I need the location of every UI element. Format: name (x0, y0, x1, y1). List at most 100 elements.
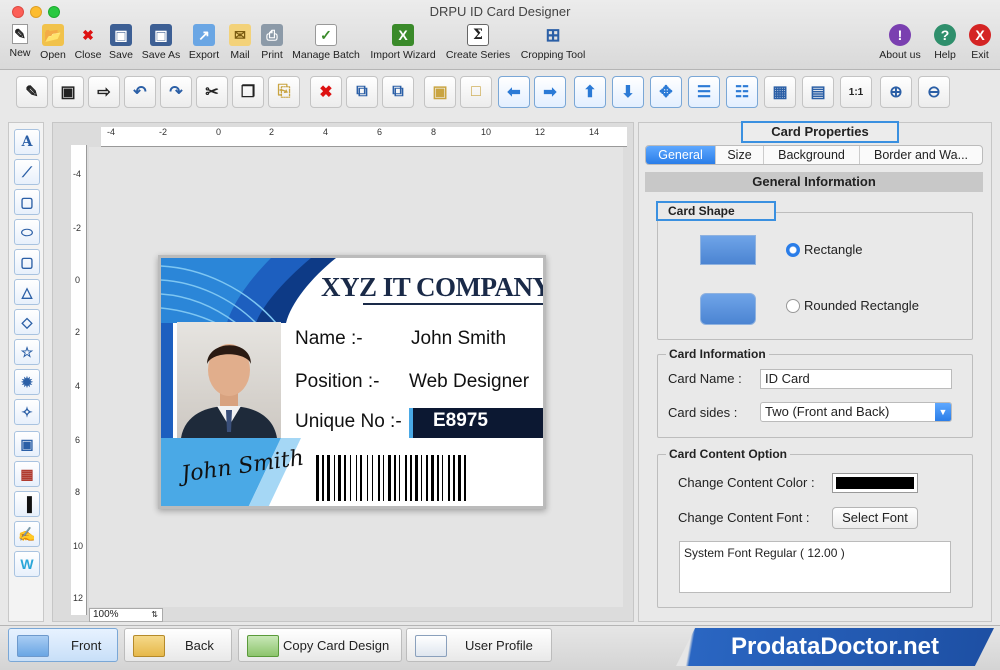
text-tool-icon[interactable]: A (14, 129, 40, 155)
diamond-tool-icon[interactable]: ◇ (14, 309, 40, 335)
content-color-picker[interactable] (832, 473, 918, 493)
about-icon: ! (889, 24, 911, 46)
help-icon: ? (934, 24, 956, 46)
mail-icon: ✉ (229, 24, 251, 46)
burst-tool-icon[interactable]: ✹ (14, 369, 40, 395)
toolbar-help-button[interactable]: ? Help (930, 24, 960, 61)
paste-icon[interactable]: ⎘ (268, 76, 300, 108)
front-button[interactable]: Front (8, 628, 118, 662)
toolbar-close-button[interactable]: ✖ Close (72, 24, 104, 62)
toolbar-save-button[interactable]: ▣ Save (106, 24, 136, 61)
card-photo (177, 322, 281, 438)
tab-general[interactable]: General (646, 146, 716, 164)
delete-icon[interactable]: ✖ (310, 76, 342, 108)
align-horizontal-icon[interactable]: ☰ (688, 76, 720, 108)
id-card-preview[interactable]: XYZ IT COMPANY Name :- John Smith Positi… (158, 255, 546, 509)
rounded-rectangle-tool-icon[interactable]: ▢ (14, 249, 40, 275)
title-bar: DRPU ID Card Designer ✎ New 📂 Open ✖ Close … (0, 0, 1000, 70)
properties-tabs: General Size Background Border and Wa... (645, 145, 983, 165)
copy-icon[interactable]: ❐ (232, 76, 264, 108)
toolbar-new-button[interactable]: ✎ New (6, 24, 34, 59)
window-title: DRPU ID Card Designer (429, 4, 571, 19)
company-underline (363, 303, 543, 305)
card-barcode (316, 455, 466, 501)
watermark-tool-icon[interactable]: W (14, 551, 40, 577)
send-back-icon[interactable]: ⧉ (382, 76, 414, 108)
card-name-input[interactable]: ID Card (760, 369, 952, 389)
actual-size-icon[interactable]: 1:1 (840, 76, 872, 108)
copy-card-design-button[interactable]: Copy Card Design (238, 628, 402, 662)
signature-tool-icon[interactable]: ✍ (14, 521, 40, 547)
toolbar-about-button[interactable]: ! About us (876, 24, 924, 61)
font-preview-box: System Font Regular ( 12.00 ) (679, 541, 951, 593)
align-vertical-icon[interactable]: ☷ (726, 76, 758, 108)
manage-batch-icon: ✓ (315, 24, 337, 46)
chevron-updown-icon: ⇅ (151, 610, 158, 619)
cut-icon[interactable]: ✂ (196, 76, 228, 108)
properties-icon[interactable]: ✎ (16, 76, 48, 108)
position-label: Position :- (295, 371, 380, 392)
card-information-label: Card Information (666, 347, 769, 361)
rounded-rectangle-shape-swatch[interactable] (700, 293, 756, 325)
rectangle-shape-swatch[interactable] (700, 235, 756, 265)
export-icon: ↗ (193, 24, 215, 46)
star-tool-icon[interactable]: ☆ (14, 339, 40, 365)
brand-logo: ProdataDoctor.net (676, 628, 994, 666)
tab-border-and-watermark[interactable]: Border and Wa... (860, 146, 982, 164)
toolbar-open-button[interactable]: 📂 Open (38, 24, 68, 61)
rectangle-tool-icon[interactable]: ▢ (14, 189, 40, 215)
toolbar-save-as-button[interactable]: ▣ Save As (140, 24, 182, 61)
move-left-icon[interactable]: ⬅ (498, 76, 530, 108)
properties-title: Card Properties (741, 121, 899, 143)
toolbar-cropping-tool-button[interactable]: ⊞ Cropping Tool (516, 24, 590, 62)
triangle-tool-icon[interactable]: △ (14, 279, 40, 305)
card-content-option-label: Card Content Option (666, 447, 790, 461)
sparkle-tool-icon[interactable]: ✧ (14, 399, 40, 425)
save-as-icon: ▣ (150, 24, 172, 46)
toolbar-print-button[interactable]: ⎙ Print (258, 24, 286, 61)
toolbar-import-wizard-button[interactable]: X Import Wizard (366, 24, 440, 61)
toolbar-manage-batch-button[interactable]: ✓ Manage Batch (290, 24, 362, 61)
lock-icon[interactable]: ▣ (424, 76, 456, 108)
zoom-out-icon[interactable]: ⊖ (918, 76, 950, 108)
user-profile-icon (415, 635, 447, 657)
undo-icon[interactable]: ↶ (124, 76, 156, 108)
ellipse-tool-icon[interactable]: ⬭ (14, 219, 40, 245)
toolbar-create-series-button[interactable]: Σ Create Series (444, 24, 512, 61)
card-shape-label: Card Shape (656, 201, 776, 221)
unlock-icon[interactable]: □ (460, 76, 492, 108)
content-font-label: Change Content Font : (678, 510, 810, 525)
card-information-group: Card Information Card Name : ID Card Car… (657, 347, 973, 438)
user-profile-button[interactable]: User Profile (406, 628, 552, 662)
center-icon[interactable]: ✥ (650, 76, 682, 108)
tab-background[interactable]: Background (764, 146, 860, 164)
ruler-icon[interactable]: ▤ (802, 76, 834, 108)
toolbar-mail-button[interactable]: ✉ Mail (226, 24, 254, 61)
zoom-select[interactable]: 100% ⇅ (89, 608, 163, 622)
image-icon[interactable]: ▣ (52, 76, 84, 108)
zoom-in-icon[interactable]: ⊕ (880, 76, 912, 108)
move-down-icon[interactable]: ⬇ (612, 76, 644, 108)
move-right-icon[interactable]: ➡ (534, 76, 566, 108)
line-tool-icon[interactable]: ⟋ (14, 159, 40, 185)
back-button[interactable]: Back (124, 628, 232, 662)
card-sides-select[interactable]: Two (Front and Back) ▼ (760, 402, 952, 422)
select-font-button[interactable]: Select Font (832, 507, 918, 529)
move-up-icon[interactable]: ⬆ (574, 76, 606, 108)
tab-size[interactable]: Size (716, 146, 764, 164)
rounded-rectangle-radio-label: Rounded Rectangle (804, 298, 919, 313)
export-image-icon[interactable]: ⇨ (88, 76, 120, 108)
picture-tool-icon[interactable]: ▣ (14, 431, 40, 457)
library-tool-icon[interactable]: ▦ (14, 461, 40, 487)
toolbar-export-button[interactable]: ↗ Export (186, 24, 222, 61)
card-company-name: XYZ IT COMPANY (321, 272, 546, 302)
barcode-tool-icon[interactable]: ▐ (14, 491, 40, 517)
rounded-rectangle-radio[interactable] (786, 299, 800, 313)
redo-icon[interactable]: ↷ (160, 76, 192, 108)
bring-front-icon[interactable]: ⧉ (346, 76, 378, 108)
toolbar-exit-button[interactable]: X Exit (966, 24, 994, 61)
card-sides-value: Two (Front and Back) (765, 404, 890, 419)
rectangle-radio[interactable] (786, 243, 800, 257)
exit-icon: X (969, 24, 991, 46)
grid-icon[interactable]: ▦ (764, 76, 796, 108)
